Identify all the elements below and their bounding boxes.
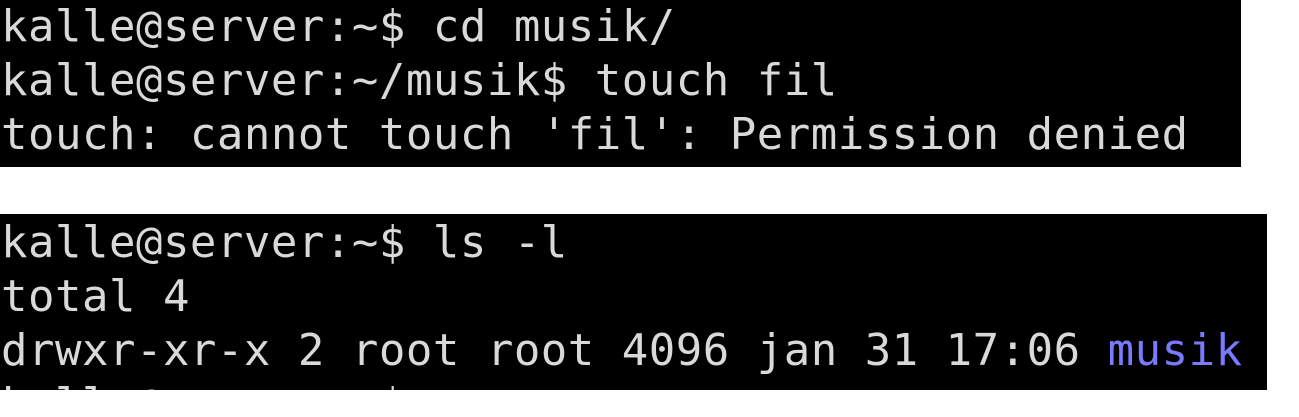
listing-perms: drwxr-xr-x 2 root root 4096 jan 31 17:06 [1, 325, 1108, 376]
terminal-line-partial: kalle@server:~$ [1, 378, 406, 390]
terminal-line: kalle@server:~$ ls -l [1, 217, 568, 268]
terminal-line: kalle@server:~$ cd musik/ [1, 1, 676, 52]
terminal-window-top[interactable]: kalle@server:~$ cd musik/ kalle@server:~… [0, 0, 1241, 167]
terminal-line: kalle@server:~/musik$ touch fil [1, 55, 838, 106]
listing-row: drwxr-xr-x 2 root root 4096 jan 31 17:06… [1, 324, 1243, 378]
terminal-window-bottom[interactable]: kalle@server:~$ ls -l total 4 drwxr-xr-x… [0, 214, 1267, 390]
terminal-error-line: touch: cannot touch 'fil': Permission de… [1, 109, 1189, 160]
directory-name: musik [1107, 325, 1243, 376]
terminal-line: total 4 [1, 271, 190, 322]
